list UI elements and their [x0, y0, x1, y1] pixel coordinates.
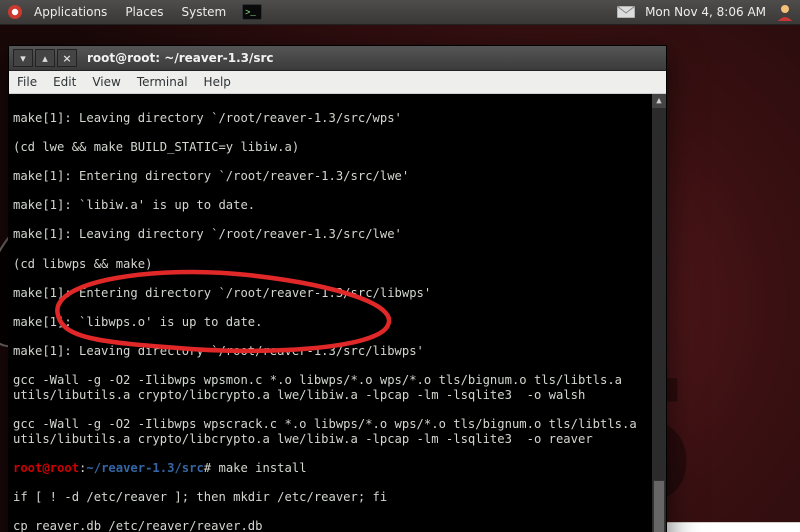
- gnome-top-panel: Applications Places System >_ Mon Nov 4,…: [0, 0, 800, 25]
- menu-help[interactable]: Help: [196, 75, 239, 89]
- applications-menu[interactable]: Applications: [26, 5, 115, 19]
- maximize-button[interactable]: ▴: [35, 49, 55, 67]
- term-line: gcc -Wall -g -O2 -Ilibwps wpscrack.c *.o…: [13, 417, 648, 446]
- menu-terminal[interactable]: Terminal: [129, 75, 196, 89]
- window-title: root@root: ~/reaver-1.3/src: [81, 51, 666, 65]
- places-menu[interactable]: Places: [117, 5, 171, 19]
- term-line: gcc -Wall -g -O2 -Ilibwps wpsmon.c *.o l…: [13, 373, 648, 402]
- desktop: 5 k|track Floppy Drive Network − ▾ ▴ × r…: [0, 25, 800, 532]
- scroll-track[interactable]: [652, 108, 666, 532]
- prompt-path: ~/reaver-1.3/src: [86, 461, 203, 475]
- minimize-button[interactable]: ▾: [13, 49, 33, 67]
- term-line: make[1]: Leaving directory `/root/reaver…: [13, 111, 648, 126]
- system-menu[interactable]: System: [173, 5, 234, 19]
- mail-icon[interactable]: [617, 6, 635, 18]
- term-line: make[1]: `libwps.o' is up to date.: [13, 315, 648, 330]
- terminal-scrollbar[interactable]: ▲ ▼: [651, 94, 666, 532]
- terminal-body[interactable]: make[1]: Leaving directory `/root/reaver…: [9, 94, 666, 532]
- prompt-user: root@root: [13, 461, 79, 475]
- user-menu-icon[interactable]: [776, 3, 794, 21]
- distro-icon[interactable]: [6, 3, 24, 21]
- clock[interactable]: Mon Nov 4, 8:06 AM: [645, 5, 766, 19]
- scroll-up-icon[interactable]: ▲: [652, 94, 666, 108]
- term-line: make[1]: `libiw.a' is up to date.: [13, 198, 648, 213]
- terminal-launcher-icon[interactable]: >_: [242, 4, 262, 20]
- term-line: (cd libwps && make): [13, 257, 648, 272]
- menu-view[interactable]: View: [84, 75, 128, 89]
- term-line: make[1]: Entering directory `/root/reave…: [13, 286, 648, 301]
- svg-text:>_: >_: [245, 8, 256, 18]
- term-line: if [ ! -d /etc/reaver ]; then mkdir /etc…: [13, 490, 648, 505]
- term-line: make[1]: Leaving directory `/root/reaver…: [13, 227, 648, 242]
- menu-edit[interactable]: Edit: [45, 75, 84, 89]
- terminal-window: ▾ ▴ × root@root: ~/reaver-1.3/src File E…: [8, 45, 667, 532]
- term-line: (cd lwe && make BUILD_STATIC=y libiw.a): [13, 140, 648, 155]
- scroll-thumb[interactable]: [653, 480, 665, 532]
- term-line: make[1]: Leaving directory `/root/reaver…: [13, 344, 648, 359]
- term-line: cp reaver.db /etc/reaver/reaver.db: [13, 519, 648, 532]
- menu-file[interactable]: File: [9, 75, 45, 89]
- term-line: make[1]: Entering directory `/root/reave…: [13, 169, 648, 184]
- terminal-titlebar[interactable]: ▾ ▴ × root@root: ~/reaver-1.3/src: [9, 46, 666, 71]
- typed-command: make install: [218, 461, 306, 475]
- terminal-menubar: File Edit View Terminal Help: [9, 71, 666, 94]
- term-prompt-line: root@root:~/reaver-1.3/src# make install: [13, 461, 648, 476]
- close-button[interactable]: ×: [57, 49, 77, 67]
